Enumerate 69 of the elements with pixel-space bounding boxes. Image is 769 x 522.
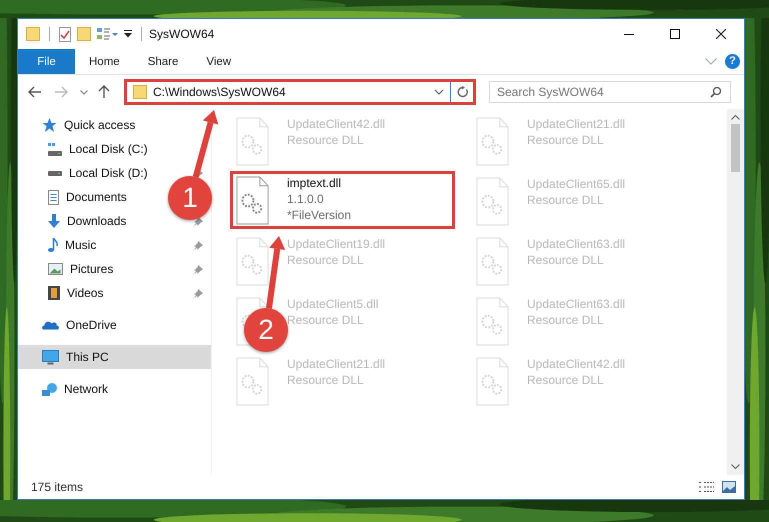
up-icon[interactable] [98, 85, 110, 99]
cloud-icon [42, 320, 59, 330]
pin-icon[interactable] [194, 217, 203, 226]
file-detail: Resource DLL [287, 373, 365, 387]
file-name: imptext.dll [287, 176, 342, 190]
star-icon [42, 118, 57, 132]
file-detail: Resource DLL [527, 253, 605, 267]
download-icon [48, 214, 60, 228]
address-bar[interactable]: C:\Windows\SysWOW64 [124, 79, 476, 105]
ribbon-tab[interactable]: Share [134, 49, 192, 74]
file-detail: Resource DLL [287, 253, 365, 267]
gear-file-icon [236, 176, 269, 225]
music-note-icon [48, 238, 58, 252]
file-detail: Resource DLL [287, 313, 365, 327]
picture-icon [48, 263, 63, 275]
view-options-icon[interactable] [97, 28, 118, 40]
ribbon-tab[interactable]: View [192, 49, 246, 74]
sidebar-item[interactable]: This PC [18, 345, 211, 369]
large-icons-view-icon[interactable] [722, 481, 736, 493]
drive-icon [48, 170, 62, 176]
scroll-up-icon[interactable] [731, 115, 740, 120]
expand-ribbon-icon[interactable] [705, 58, 717, 65]
file-detail: Resource DLL [527, 193, 605, 207]
monitor-icon [42, 350, 59, 364]
sidebar-item[interactable]: Local Disk (D:) [18, 161, 154, 185]
help-button[interactable]: ? [725, 54, 740, 69]
dropdown-icon[interactable] [434, 89, 444, 95]
address-path: C:\Windows\SysWOW64 [153, 85, 287, 99]
window-title: SysWOW64 [149, 27, 214, 41]
sidebar-item[interactable]: Local Disk (C:) [18, 137, 154, 161]
customize-toolbar-icon[interactable] [124, 30, 132, 38]
sidebar-item[interactable]: Pictures [18, 257, 120, 281]
ribbon-tab[interactable]: File [18, 49, 75, 74]
maximize-icon [670, 29, 680, 39]
search-icon [710, 86, 722, 98]
drive-icon [48, 142, 62, 156]
sidebar-item[interactable]: Downloads [18, 209, 132, 233]
search-field[interactable]: Search SysWOW64 [489, 81, 731, 103]
pin-icon[interactable] [194, 265, 203, 274]
file-detail: *FileVersion [287, 208, 352, 222]
sidebar-item[interactable]: Music [18, 233, 102, 257]
network-icon [42, 382, 57, 396]
scrollbar-thumb[interactable] [731, 124, 740, 172]
pin-icon[interactable] [194, 289, 203, 298]
file-detail: Resource DLL [527, 133, 605, 147]
folder-icon [133, 85, 147, 99]
file-detail: Resource DLL [527, 373, 605, 387]
close-icon [716, 29, 726, 39]
refresh-icon[interactable] [457, 86, 469, 98]
sidebar-item[interactable]: Quick access [18, 113, 142, 137]
document-icon [48, 190, 59, 204]
scroll-down-icon[interactable] [731, 464, 740, 469]
file-detail: Resource DLL [527, 313, 605, 327]
sidebar-item[interactable]: Documents [18, 185, 133, 209]
recent-locations-icon[interactable] [80, 90, 88, 94]
sidebar-item[interactable]: Videos [18, 281, 110, 305]
sidebar-item[interactable]: OneDrive [18, 313, 123, 337]
back-icon[interactable] [28, 86, 42, 98]
details-view-icon[interactable] [699, 482, 714, 492]
file-item[interactable]: imptext.dll 1.1.0.0 *FileVersion [230, 171, 455, 229]
file-detail: 1.1.0.0 [287, 192, 325, 206]
arrow [192, 110, 218, 178]
pin-icon[interactable] [194, 241, 203, 250]
sidebar-item[interactable]: Network [18, 377, 114, 401]
ribbon-tab[interactable]: Home [75, 49, 134, 74]
properties-icon[interactable] [59, 26, 71, 42]
film-icon [48, 286, 60, 300]
item-count: 175 items [31, 480, 84, 494]
file-detail: Resource DLL [287, 133, 365, 147]
